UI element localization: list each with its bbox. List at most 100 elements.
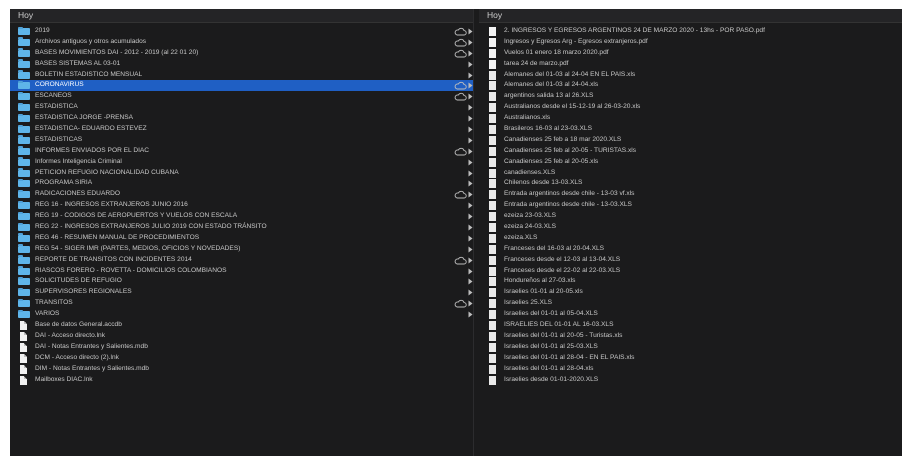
folder-row[interactable]: BASES MOVIMIENTOS DAI - 2012 - 2019 (al … xyxy=(10,48,473,59)
file-row[interactable]: DIM - Notas Entrantes y Salientes.mdb xyxy=(10,364,473,375)
file-row[interactable]: Alemanes del 01-03 al 24-04.xls xyxy=(479,80,902,91)
folder-row[interactable]: VARIOS xyxy=(10,309,473,320)
pdf-icon xyxy=(489,37,496,47)
file-row[interactable]: Israelies desde 01-01-2020.XLS xyxy=(479,375,902,386)
chevron-right-icon xyxy=(468,289,473,296)
item-name: Israelies del 01-01 al 28-04.xls xyxy=(504,364,594,372)
folder-row[interactable]: BOLETIN ESTADISTICO MENSUAL xyxy=(10,70,473,81)
file-row[interactable]: Israelies 25.XLS xyxy=(479,298,902,309)
file-row[interactable]: ezeiza 23-03.XLS xyxy=(479,211,902,222)
file-row[interactable]: Israelies del 01-01 al 28-04.xls xyxy=(479,364,902,375)
file-row[interactable]: Canadienses 25 feb a 18 mar 2020.XLS xyxy=(479,135,902,146)
file-row[interactable]: Franceses desde el 12-03 al 13-04.XLS xyxy=(479,255,902,266)
folder-row[interactable]: SUPERVISORES REGIONALES xyxy=(10,287,473,298)
column-left[interactable]: Hoy 2019 Archivos antiguos y otros acumul… xyxy=(10,9,474,456)
folder-icon xyxy=(18,146,30,155)
chevron-right-icon xyxy=(468,137,473,144)
column-right[interactable]: Hoy 2. INGRESOS Y EGRESOS ARGENTINOS 24 … xyxy=(479,9,902,456)
folder-row[interactable]: ESCANEOS xyxy=(10,91,473,102)
cloud-icon[interactable] xyxy=(454,49,467,58)
cloud-icon[interactable] xyxy=(454,38,467,47)
cloud-icon[interactable] xyxy=(454,256,467,265)
file-row[interactable]: Entrada argentinos desde chile - 13-03.X… xyxy=(479,200,902,211)
folder-row[interactable]: RIASCOS FORERO - ROVETTA - DOMICILIOS CO… xyxy=(10,266,473,277)
item-name: ISRAELIES DEL 01-01 AL 16-03.XLS xyxy=(504,321,614,329)
cloud-icon[interactable] xyxy=(454,92,467,101)
item-name: ezeiza 23-03.XLS xyxy=(504,212,557,220)
file-row[interactable]: Franceses del 16-03 al 20-04.XLS xyxy=(479,244,902,255)
folder-row[interactable]: RADICACIONES EDUARDO xyxy=(10,189,473,200)
file-row[interactable]: argentinos salida 13 al 26.XLS xyxy=(479,91,902,102)
file-row[interactable]: Franceses desde el 22-02 al 22-03.XLS xyxy=(479,266,902,277)
file-row[interactable]: ISRAELIES DEL 01-01 AL 16-03.XLS xyxy=(479,320,902,331)
file-row[interactable]: Israelies 01-01 al 20-05.xls xyxy=(479,287,902,298)
file-row[interactable]: Canadienses 25 feb al 20-05.xls xyxy=(479,157,902,168)
file-row[interactable]: DCM - Acceso directo (2).lnk xyxy=(10,353,473,364)
folder-icon xyxy=(18,287,30,297)
file-row[interactable]: Israelies del 01-01 al 28-04 - EN EL PAI… xyxy=(479,353,902,364)
spreadsheet-icon xyxy=(489,70,496,80)
folder-row[interactable]: REG 16 - INGRESOS EXTRANJEROS JUNIO 2016 xyxy=(10,200,473,211)
folder-row[interactable]: Informes Inteligencia Criminal xyxy=(10,157,473,168)
file-row[interactable]: Brasileros 16-03 al 23-03.XLS xyxy=(479,124,902,135)
folder-row[interactable]: PROGRAMA SIRIA xyxy=(10,178,473,189)
folder-row[interactable]: ESTADISTICA- EDUARDO ESTEVEZ xyxy=(10,124,473,135)
file-row[interactable]: Israelies del 01-01 al 25-03.XLS xyxy=(479,342,902,353)
file-row[interactable]: 2. INGRESOS Y EGRESOS ARGENTINOS 24 DE M… xyxy=(479,26,902,37)
cloud-icon[interactable] xyxy=(454,299,467,308)
folder-row[interactable]: REPORTE DE TRANSITOS CON INCIDENTES 2014 xyxy=(10,255,473,266)
chevron-right-icon xyxy=(468,213,473,220)
folder-icon xyxy=(18,26,30,35)
folder-row[interactable]: ESTADISTICA xyxy=(10,102,473,113)
folder-icon xyxy=(18,222,30,232)
file-row[interactable]: Israelies del 01-01 al 05-04.XLS xyxy=(479,309,902,320)
folder-row[interactable]: 2019 xyxy=(10,26,473,37)
file-row[interactable]: Vuelos 01 enero 18 marzo 2020.pdf xyxy=(479,48,902,59)
folder-row[interactable]: ESTADISTICAS xyxy=(10,135,473,146)
file-row[interactable]: Australianos desde el 15-12-19 al 26-03-… xyxy=(479,102,902,113)
file-row[interactable]: Canadienses 25 feb al 20-05 - TURISTAS.x… xyxy=(479,146,902,157)
file-row[interactable]: Hondureños al 27-03.xls xyxy=(479,276,902,287)
file-row[interactable]: Alemanes del 01-03 al 24-04 EN EL PAIS.x… xyxy=(479,70,902,81)
folder-row[interactable]: REG 54 - SIGER IMR (PARTES, MEDIOS, OFIC… xyxy=(10,244,473,255)
folder-icon xyxy=(18,157,30,166)
file-row[interactable]: ezeiza.XLS xyxy=(479,233,902,244)
folder-row[interactable]: BASES SISTEMAS AL 03-01 xyxy=(10,59,473,70)
file-row[interactable]: Entrada argentinos desde chile - 13-03 v… xyxy=(479,189,902,200)
file-row[interactable]: Australianos.xls xyxy=(479,113,902,124)
folder-row[interactable]: Archivos antiguos y otros acumulados xyxy=(10,37,473,48)
item-name: Ingresos y Egresos Arg - Egresos extranj… xyxy=(504,37,648,45)
file-row[interactable]: Israelies del 01-01 al 20-05 - Turistas.… xyxy=(479,331,902,342)
folder-row[interactable]: PETICION REFUGIO NACIONALIDAD CUBANA xyxy=(10,168,473,179)
folder-row[interactable]: ESTADISTICA JORGE -PRENSA xyxy=(10,113,473,124)
chevron-right-icon xyxy=(468,126,473,133)
file-row[interactable]: Chilenos desde 13-03.XLS xyxy=(479,178,902,189)
file-row[interactable]: DAI - Notas Entrantes y Salientes.mdb xyxy=(10,342,473,353)
cloud-icon[interactable] xyxy=(454,27,467,36)
cloud-icon[interactable] xyxy=(454,147,467,156)
file-row[interactable]: Mailboxes DIAC.lnk xyxy=(10,375,473,386)
folder-row[interactable]: CORONAVIRUS xyxy=(10,80,473,92)
folder-row[interactable]: REG 22 - INGRESOS EXTRANJEROS JULIO 2019… xyxy=(10,222,473,233)
item-name: ezeiza.XLS xyxy=(504,233,538,241)
folder-row[interactable]: REG 46 - RESUMEN MANUAL DE PROCEDIMIENTO… xyxy=(10,233,473,244)
folder-row[interactable]: REG 19 - CODIGOS DE AEROPUERTOS Y VUELOS… xyxy=(10,211,473,222)
file-row[interactable]: DAI - Acceso directo.lnk xyxy=(10,331,473,342)
item-name: Canadienses 25 feb a 18 mar 2020.XLS xyxy=(504,135,622,143)
folder-row[interactable]: TRANSITOS xyxy=(10,298,473,309)
item-name: Canadienses 25 feb al 20-05 - TURISTAS.x… xyxy=(504,146,637,154)
item-name: Hondureños al 27-03.xls xyxy=(504,277,576,285)
file-row[interactable]: Ingresos y Egresos Arg - Egresos extranj… xyxy=(479,37,902,48)
item-name: RADICACIONES EDUARDO xyxy=(35,190,120,198)
file-row[interactable]: Base de datos General.accdb xyxy=(10,320,473,331)
folder-row[interactable]: INFORMES ENVIADOS POR EL DIAC xyxy=(10,146,473,157)
folder-row[interactable]: SOLICITUDES DE REFUGIO xyxy=(10,276,473,287)
file-row[interactable]: canadienses.XLS xyxy=(479,168,902,179)
cloud-icon[interactable] xyxy=(454,81,467,90)
chevron-right-icon xyxy=(468,93,473,100)
cloud-icon[interactable] xyxy=(454,190,467,199)
chevron-right-icon xyxy=(468,235,473,242)
file-row[interactable]: ezeiza 24-03.XLS xyxy=(479,222,902,233)
pdf-icon xyxy=(489,27,496,36)
file-row[interactable]: tarea 24 de marzo.pdf xyxy=(479,59,902,70)
